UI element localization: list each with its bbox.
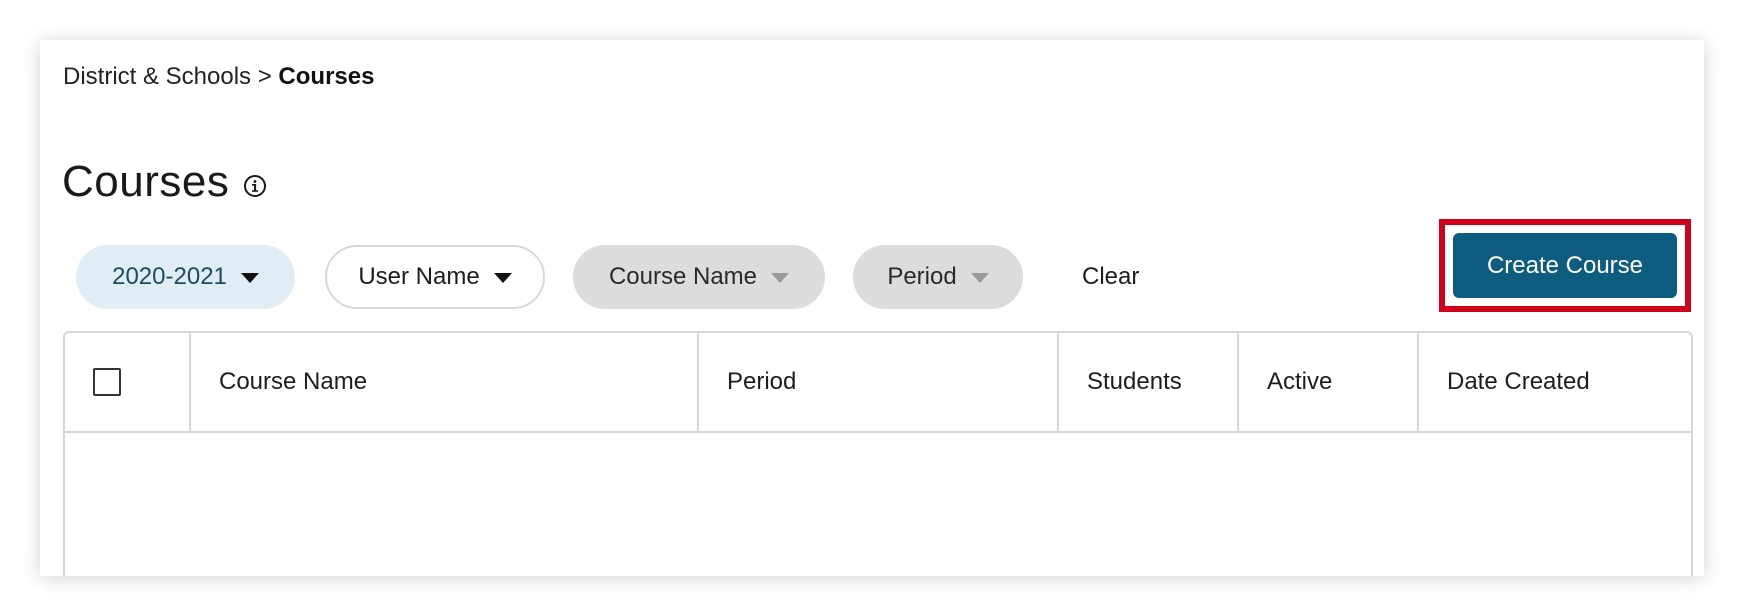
courses-panel: District & Schools > Courses Courses 202…: [40, 40, 1704, 576]
course-name-filter[interactable]: Course Name: [573, 245, 825, 309]
caret-down-icon: [970, 273, 989, 283]
course-name-filter-label: Course Name: [608, 263, 758, 290]
period-filter-label: Period: [887, 263, 957, 290]
clear-filters-button[interactable]: Clear: [1082, 260, 1139, 294]
school-year-filter-label: 2020-2021: [112, 263, 227, 290]
select-all-checkbox[interactable]: [93, 368, 121, 396]
user-name-filter-label: User Name: [358, 263, 480, 290]
page-title-row: Courses: [62, 154, 267, 210]
caret-down-icon: [493, 273, 512, 283]
caret-down-icon: [240, 273, 259, 283]
column-header-active[interactable]: Active: [1239, 333, 1419, 431]
user-name-filter[interactable]: User Name: [325, 245, 545, 309]
breadcrumb-district-link[interactable]: District & Schools: [63, 63, 251, 90]
page-title: Courses: [62, 157, 230, 206]
create-course-button[interactable]: Create Course: [1453, 233, 1677, 298]
info-circle-icon[interactable]: [243, 174, 267, 198]
period-filter[interactable]: Period: [853, 245, 1023, 309]
caret-down-icon: [771, 273, 790, 283]
column-header-students[interactable]: Students: [1059, 333, 1239, 431]
breadcrumb-separator: >: [257, 63, 272, 90]
breadcrumb-current: Courses: [278, 63, 375, 90]
column-header-course-name[interactable]: Course Name: [191, 333, 699, 431]
table-header: Course Name Period Students Active Date …: [65, 333, 1691, 433]
courses-table: Course Name Period Students Active Date …: [63, 331, 1693, 576]
breadcrumb: District & Schools > Courses: [63, 59, 374, 95]
school-year-filter[interactable]: 2020-2021: [76, 245, 295, 309]
column-header-period[interactable]: Period: [699, 333, 1059, 431]
select-all-cell: [65, 333, 191, 431]
column-header-date-created[interactable]: Date Created: [1419, 333, 1691, 431]
